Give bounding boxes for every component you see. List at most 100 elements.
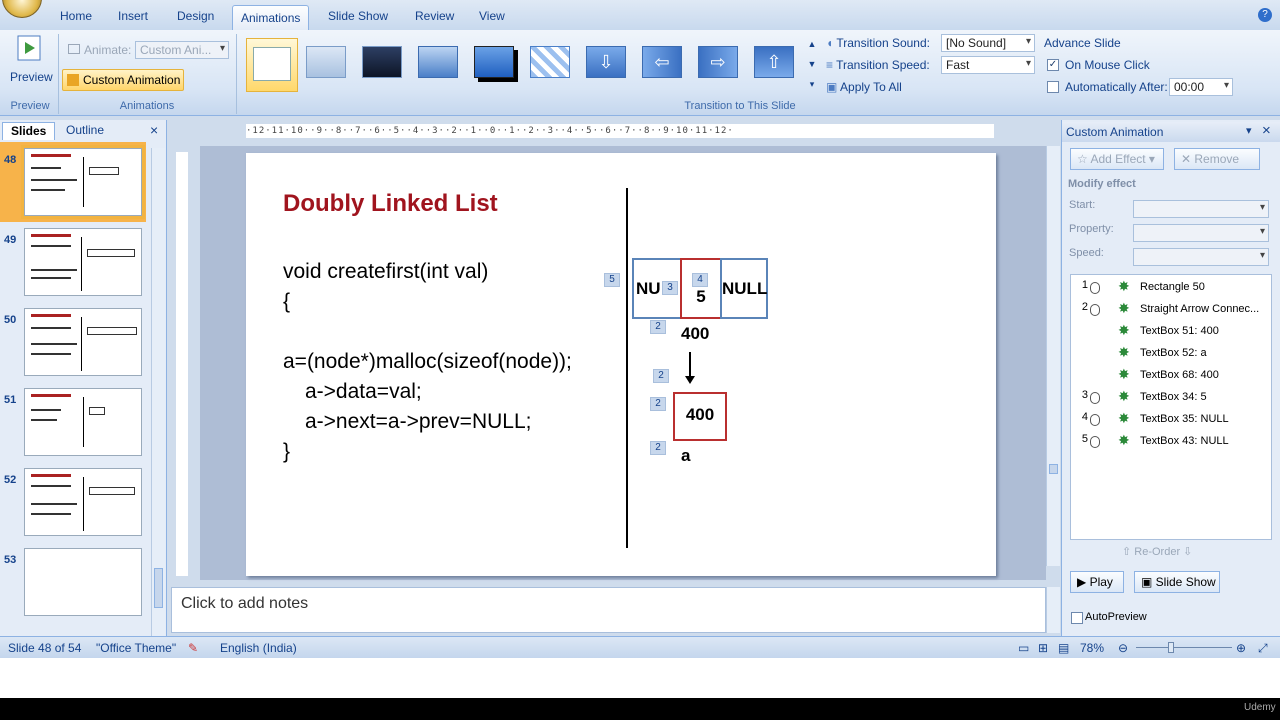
tab-view[interactable]: View [479, 9, 505, 23]
fit-to-window-icon[interactable]: ⤢ [1258, 641, 1268, 656]
slide-thumbnail-48[interactable] [21, 145, 145, 219]
transition-cut-thumb[interactable] [416, 42, 462, 84]
slide-sorter-icon[interactable]: ⊞ [1038, 641, 1048, 655]
zoom-slider[interactable] [1136, 647, 1232, 648]
animate-combo[interactable]: Custom Ani... [135, 41, 229, 59]
zoom-out-icon[interactable]: ⊖ [1118, 641, 1128, 655]
property-combo[interactable] [1133, 224, 1269, 242]
item-number: 3 [1081, 389, 1088, 401]
tab-animations[interactable]: Animations [232, 5, 310, 30]
slide-thumbnail-49[interactable] [24, 228, 142, 296]
close-panel-icon[interactable]: × [150, 122, 158, 138]
on-mouse-click-checkbox[interactable]: ✓ [1047, 59, 1059, 71]
slide-number: 53 [4, 554, 17, 566]
animation-order-tag[interactable]: 5 [604, 273, 620, 287]
preview-button[interactable] [12, 34, 46, 66]
add-effect-button[interactable]: ☆ Add Effect ▾ [1070, 148, 1164, 170]
animation-order-tag[interactable]: 2 [653, 369, 669, 383]
zoom-in-icon[interactable]: ⊕ [1236, 641, 1246, 655]
reorder-control[interactable]: ⇧ Re-Order ⇩ [1122, 545, 1192, 558]
pane-dropdown-icon[interactable]: ▾ [1246, 124, 1252, 137]
automatically-after-checkbox[interactable] [1047, 81, 1059, 93]
pointer-box[interactable]: 400 [673, 392, 727, 441]
transition-cut-black-thumb[interactable] [472, 42, 518, 84]
code-line-3[interactable]: a=(node*)malloc(sizeof(node)); [283, 350, 572, 374]
transition-wipe-right-thumb[interactable]: ⇨ [696, 42, 742, 84]
slide-thumbnail-50[interactable] [24, 308, 142, 376]
transition-sound-combo[interactable]: [No Sound] [941, 34, 1035, 52]
address-label[interactable]: 400 [681, 324, 709, 344]
code-line-6[interactable]: } [283, 440, 290, 464]
slide-thumbnail-53[interactable] [24, 548, 142, 616]
tab-slides[interactable]: Slides [2, 122, 56, 140]
apply-to-all-button[interactable]: ▣ Apply To All [826, 80, 902, 94]
slide-scrollbar[interactable] [1046, 146, 1060, 566]
tab-slide-show[interactable]: Slide Show [328, 9, 388, 23]
gallery-down-icon[interactable]: ▼ [806, 54, 818, 74]
preview-icon [17, 35, 41, 61]
transition-wipe-left-thumb[interactable]: ⇦ [640, 42, 686, 84]
help-icon[interactable]: ? [1258, 8, 1272, 22]
animate-text: Animate: [84, 43, 132, 57]
slide-thumbnail-52[interactable] [24, 468, 142, 536]
animation-order-tag[interactable]: 3 [662, 281, 678, 295]
animation-order-tag[interactable]: 4 [692, 273, 708, 287]
code-line-4[interactable]: a->data=val; [305, 380, 422, 404]
slide-thumbnail-51[interactable] [24, 388, 142, 456]
add-effect-label: Add Effect [1090, 152, 1146, 166]
transition-wipe-down-thumb[interactable]: ⇩ [584, 42, 630, 84]
office-button[interactable] [2, 0, 42, 18]
animation-order-tag[interactable]: 2 [650, 441, 666, 455]
custom-animation-button[interactable]: Custom Animation [62, 69, 184, 91]
tab-design[interactable]: Design [177, 9, 214, 23]
tab-home[interactable]: Home [60, 9, 92, 23]
pane-close-icon[interactable]: × [1262, 122, 1271, 139]
ribbon: Preview Preview Animate: Custom Ani... C… [0, 30, 1280, 116]
zoom-slider-thumb[interactable] [1168, 642, 1174, 653]
remove-button[interactable]: ✕ Remove [1174, 148, 1260, 170]
notes-scrollbar[interactable] [1046, 587, 1060, 633]
zoom-level[interactable]: 78% [1080, 641, 1104, 655]
code-line-2[interactable]: { [283, 290, 290, 314]
tab-review[interactable]: Review [415, 9, 454, 23]
slide-title[interactable]: Doubly Linked List [283, 190, 498, 218]
theme-name[interactable]: "Office Theme" [96, 641, 176, 655]
automatically-after-spinner[interactable]: 00:00 [1169, 78, 1233, 96]
language-indicator[interactable]: English (India) [220, 641, 297, 655]
animation-order-tag[interactable]: 2 [650, 397, 666, 411]
speed-combo[interactable] [1133, 248, 1269, 266]
node-next-cell[interactable]: NULL [720, 258, 768, 319]
transition-fade-black-thumb[interactable] [360, 42, 406, 84]
transition-none-thumb[interactable] [246, 38, 298, 92]
play-button[interactable]: ▶ Play [1070, 571, 1124, 593]
slide-show-button[interactable]: ▣ Slide Show [1134, 571, 1220, 593]
normal-view-icon[interactable]: ▭ [1018, 641, 1029, 655]
slide-show-view-icon[interactable]: ▤ [1058, 641, 1069, 655]
spellcheck-icon[interactable]: ✎ [188, 641, 198, 655]
pointer-label[interactable]: a [681, 446, 690, 466]
gallery-scroll[interactable]: ▲ ▼ ▾ [806, 34, 818, 96]
notes-input[interactable]: Click to add notes [171, 587, 1046, 633]
code-line-1[interactable]: void createfirst(int val) [283, 260, 488, 284]
transition-wipe-up-thumb[interactable]: ⇧ [752, 42, 798, 84]
slides-panel: Slides Outline × 48 48 49 50 51 52 53 [0, 120, 167, 636]
animation-order-tag[interactable]: 2 [650, 320, 666, 334]
divider-line[interactable] [626, 188, 628, 548]
item-number: 4 [1081, 411, 1088, 423]
down-arrow-icon[interactable] [683, 352, 697, 386]
tab-insert[interactable]: Insert [118, 9, 148, 23]
node-data-cell[interactable]: 5 [680, 258, 722, 319]
gallery-more-icon[interactable]: ▾ [806, 74, 818, 94]
code-line-5[interactable]: a->next=a->prev=NULL; [305, 410, 531, 434]
transition-fade-smoothly-thumb[interactable] [304, 42, 350, 84]
item-name: Rectangle 50 [1140, 281, 1205, 293]
gallery-up-icon[interactable]: ▲ [806, 34, 818, 54]
item-name: TextBox 43: NULL [1140, 435, 1229, 447]
autopreview-checkbox[interactable] [1071, 612, 1083, 624]
slides-scrollbar[interactable] [151, 148, 165, 636]
remove-icon: ✕ [1181, 152, 1195, 166]
start-combo[interactable] [1133, 200, 1269, 218]
tab-outline[interactable]: Outline [58, 122, 112, 140]
transition-dissolve-thumb[interactable] [528, 42, 574, 84]
transition-speed-combo[interactable]: Fast [941, 56, 1035, 74]
